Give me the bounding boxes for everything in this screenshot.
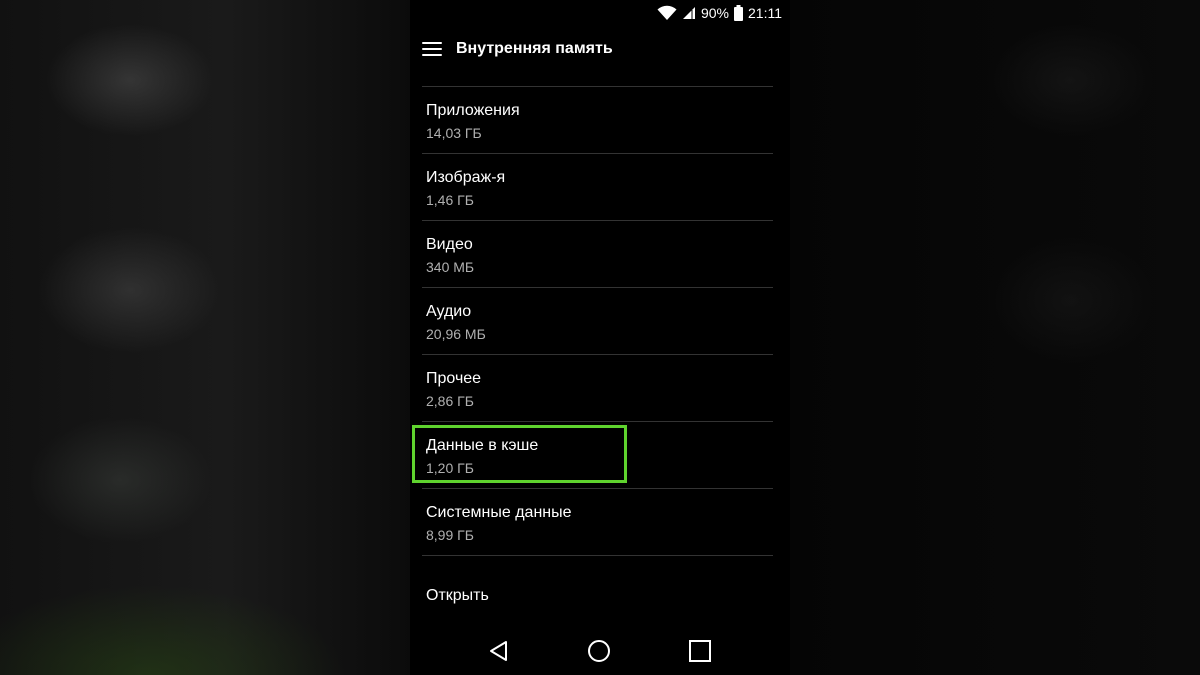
storage-item-audio[interactable]: Аудио 20,96 МБ <box>422 288 773 355</box>
storage-item-system-data[interactable]: Системные данные 8,99 ГБ <box>422 489 773 556</box>
phone-screen: 90% 21:11 Внутренняя память Приложения 1… <box>410 0 790 675</box>
storage-item-cached-data[interactable]: Данные в кэше 1,20 ГБ <box>412 422 773 489</box>
battery-percent: 90% <box>700 5 729 21</box>
home-icon[interactable] <box>585 637 613 665</box>
screen: 90% 21:11 Внутренняя память Приложения 1… <box>0 0 1200 675</box>
storage-item-size: 2,86 ГБ <box>426 393 474 409</box>
blurred-background-right <box>790 0 1200 675</box>
page-title: Внутренняя память <box>456 40 613 57</box>
cell-signal-icon <box>682 6 696 20</box>
open-button[interactable]: Открыть <box>426 587 489 605</box>
storage-item-label: Аудио <box>426 303 472 320</box>
battery-icon <box>734 5 743 21</box>
storage-item-label: Приложения <box>426 102 520 119</box>
storage-item-size: 340 МБ <box>426 259 475 275</box>
status-time: 21:11 <box>748 5 782 21</box>
storage-item-size: 20,96 МБ <box>426 326 486 342</box>
storage-item-video[interactable]: Видео 340 МБ <box>422 221 773 288</box>
storage-item-label: Данные в кэше <box>426 437 539 454</box>
storage-item-other[interactable]: Прочее 2,86 ГБ <box>422 355 773 422</box>
storage-item-label: Видео <box>426 236 473 253</box>
status-bar: 90% 21:11 <box>657 0 782 26</box>
hamburger-menu-icon[interactable] <box>422 42 442 56</box>
storage-item-size: 1,20 ГБ <box>426 460 474 476</box>
storage-item-apps[interactable]: Приложения 14,03 ГБ <box>422 87 773 154</box>
storage-item-size: 14,03 ГБ <box>426 125 482 141</box>
blurred-background-left <box>0 0 410 675</box>
storage-item-label: Системные данные <box>426 504 572 521</box>
back-icon[interactable] <box>485 637 513 665</box>
storage-item-label: Прочее <box>426 370 482 387</box>
storage-item-label: Изображ-я <box>426 169 506 186</box>
storage-item-images[interactable]: Изображ-я 1,46 ГБ <box>422 154 773 221</box>
storage-list: Приложения 14,03 ГБ Изображ-я 1,46 ГБ Ви… <box>412 86 773 556</box>
recents-icon[interactable] <box>686 637 714 665</box>
wifi-icon <box>657 5 677 21</box>
storage-item-size: 8,99 ГБ <box>426 527 474 543</box>
app-bar: Внутренняя память <box>410 28 790 70</box>
navigation-bar <box>410 627 790 675</box>
storage-item-size: 1,46 ГБ <box>426 192 474 208</box>
